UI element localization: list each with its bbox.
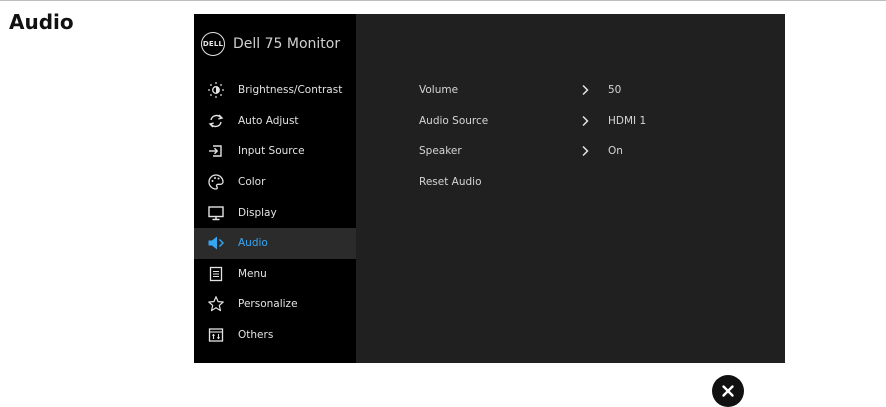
chevron-right-icon bbox=[582, 115, 589, 126]
option-value: On bbox=[608, 145, 623, 158]
menu-item-label: Display bbox=[238, 206, 277, 219]
input-source-icon bbox=[209, 145, 222, 158]
menu-item-menu[interactable]: Menu bbox=[194, 259, 356, 290]
close-button[interactable] bbox=[712, 375, 744, 407]
menu-item-display[interactable]: Display bbox=[194, 197, 356, 228]
audio-options-panel: Volume 50 Audio Source HDMI 1 Speaker On… bbox=[419, 75, 779, 197]
option-audio-source[interactable]: Audio Source HDMI 1 bbox=[419, 106, 779, 137]
menu-item-personalize[interactable]: Personalize bbox=[194, 289, 356, 320]
menu-item-input-source[interactable]: Input Source bbox=[194, 136, 356, 167]
brand-header: DELL Dell 75 Monitor bbox=[201, 31, 340, 57]
option-speaker[interactable]: Speaker On bbox=[419, 136, 779, 167]
color-palette-icon bbox=[208, 174, 224, 190]
brightness-icon bbox=[208, 82, 224, 99]
close-icon bbox=[722, 385, 734, 397]
display-monitor-icon bbox=[208, 205, 224, 220]
option-label: Volume bbox=[419, 84, 459, 97]
osd-sidebar: DELL Dell 75 Monitor Brightness/Contrast bbox=[194, 14, 356, 363]
menu-item-audio[interactable]: Audio bbox=[194, 227, 356, 259]
menu-list-icon bbox=[209, 266, 223, 282]
menu-item-label: Menu bbox=[238, 267, 267, 280]
menu-item-others[interactable]: Others bbox=[194, 320, 356, 351]
osd-window: DELL Dell 75 Monitor Brightness/Contrast bbox=[194, 14, 785, 363]
option-value: HDMI 1 bbox=[608, 114, 647, 127]
menu-item-label: Color bbox=[238, 176, 266, 189]
star-icon bbox=[208, 296, 224, 312]
menu-item-label: Input Source bbox=[238, 145, 305, 158]
menu-item-label: Auto Adjust bbox=[238, 114, 299, 127]
top-divider bbox=[0, 0, 886, 1]
option-volume[interactable]: Volume 50 bbox=[419, 75, 779, 106]
dell-logo-text: DELL bbox=[202, 40, 224, 48]
chevron-right-icon bbox=[582, 146, 589, 157]
osd-main-menu: Brightness/Contrast Auto Adjust Input So… bbox=[194, 75, 356, 350]
dell-logo: DELL bbox=[201, 32, 225, 56]
option-value: 50 bbox=[608, 84, 622, 97]
chevron-right-icon bbox=[582, 84, 589, 96]
speaker-icon bbox=[208, 236, 224, 250]
option-reset-audio[interactable]: Reset Audio bbox=[419, 167, 779, 198]
menu-item-brightness-contrast[interactable]: Brightness/Contrast bbox=[194, 75, 356, 106]
option-label: Reset Audio bbox=[419, 176, 482, 189]
others-icon bbox=[208, 328, 224, 342]
menu-item-color[interactable]: Color bbox=[194, 167, 356, 198]
menu-item-label: Personalize bbox=[238, 298, 298, 311]
page-title: Audio bbox=[9, 10, 74, 34]
monitor-model-name: Dell 75 Monitor bbox=[233, 36, 341, 52]
option-label: Speaker bbox=[419, 145, 462, 158]
auto-adjust-icon bbox=[208, 114, 224, 128]
menu-item-label: Brightness/Contrast bbox=[238, 84, 343, 97]
option-label: Audio Source bbox=[419, 114, 489, 127]
menu-item-auto-adjust[interactable]: Auto Adjust bbox=[194, 106, 356, 137]
menu-item-label: Others bbox=[238, 329, 274, 342]
menu-item-label: Audio bbox=[238, 237, 268, 250]
